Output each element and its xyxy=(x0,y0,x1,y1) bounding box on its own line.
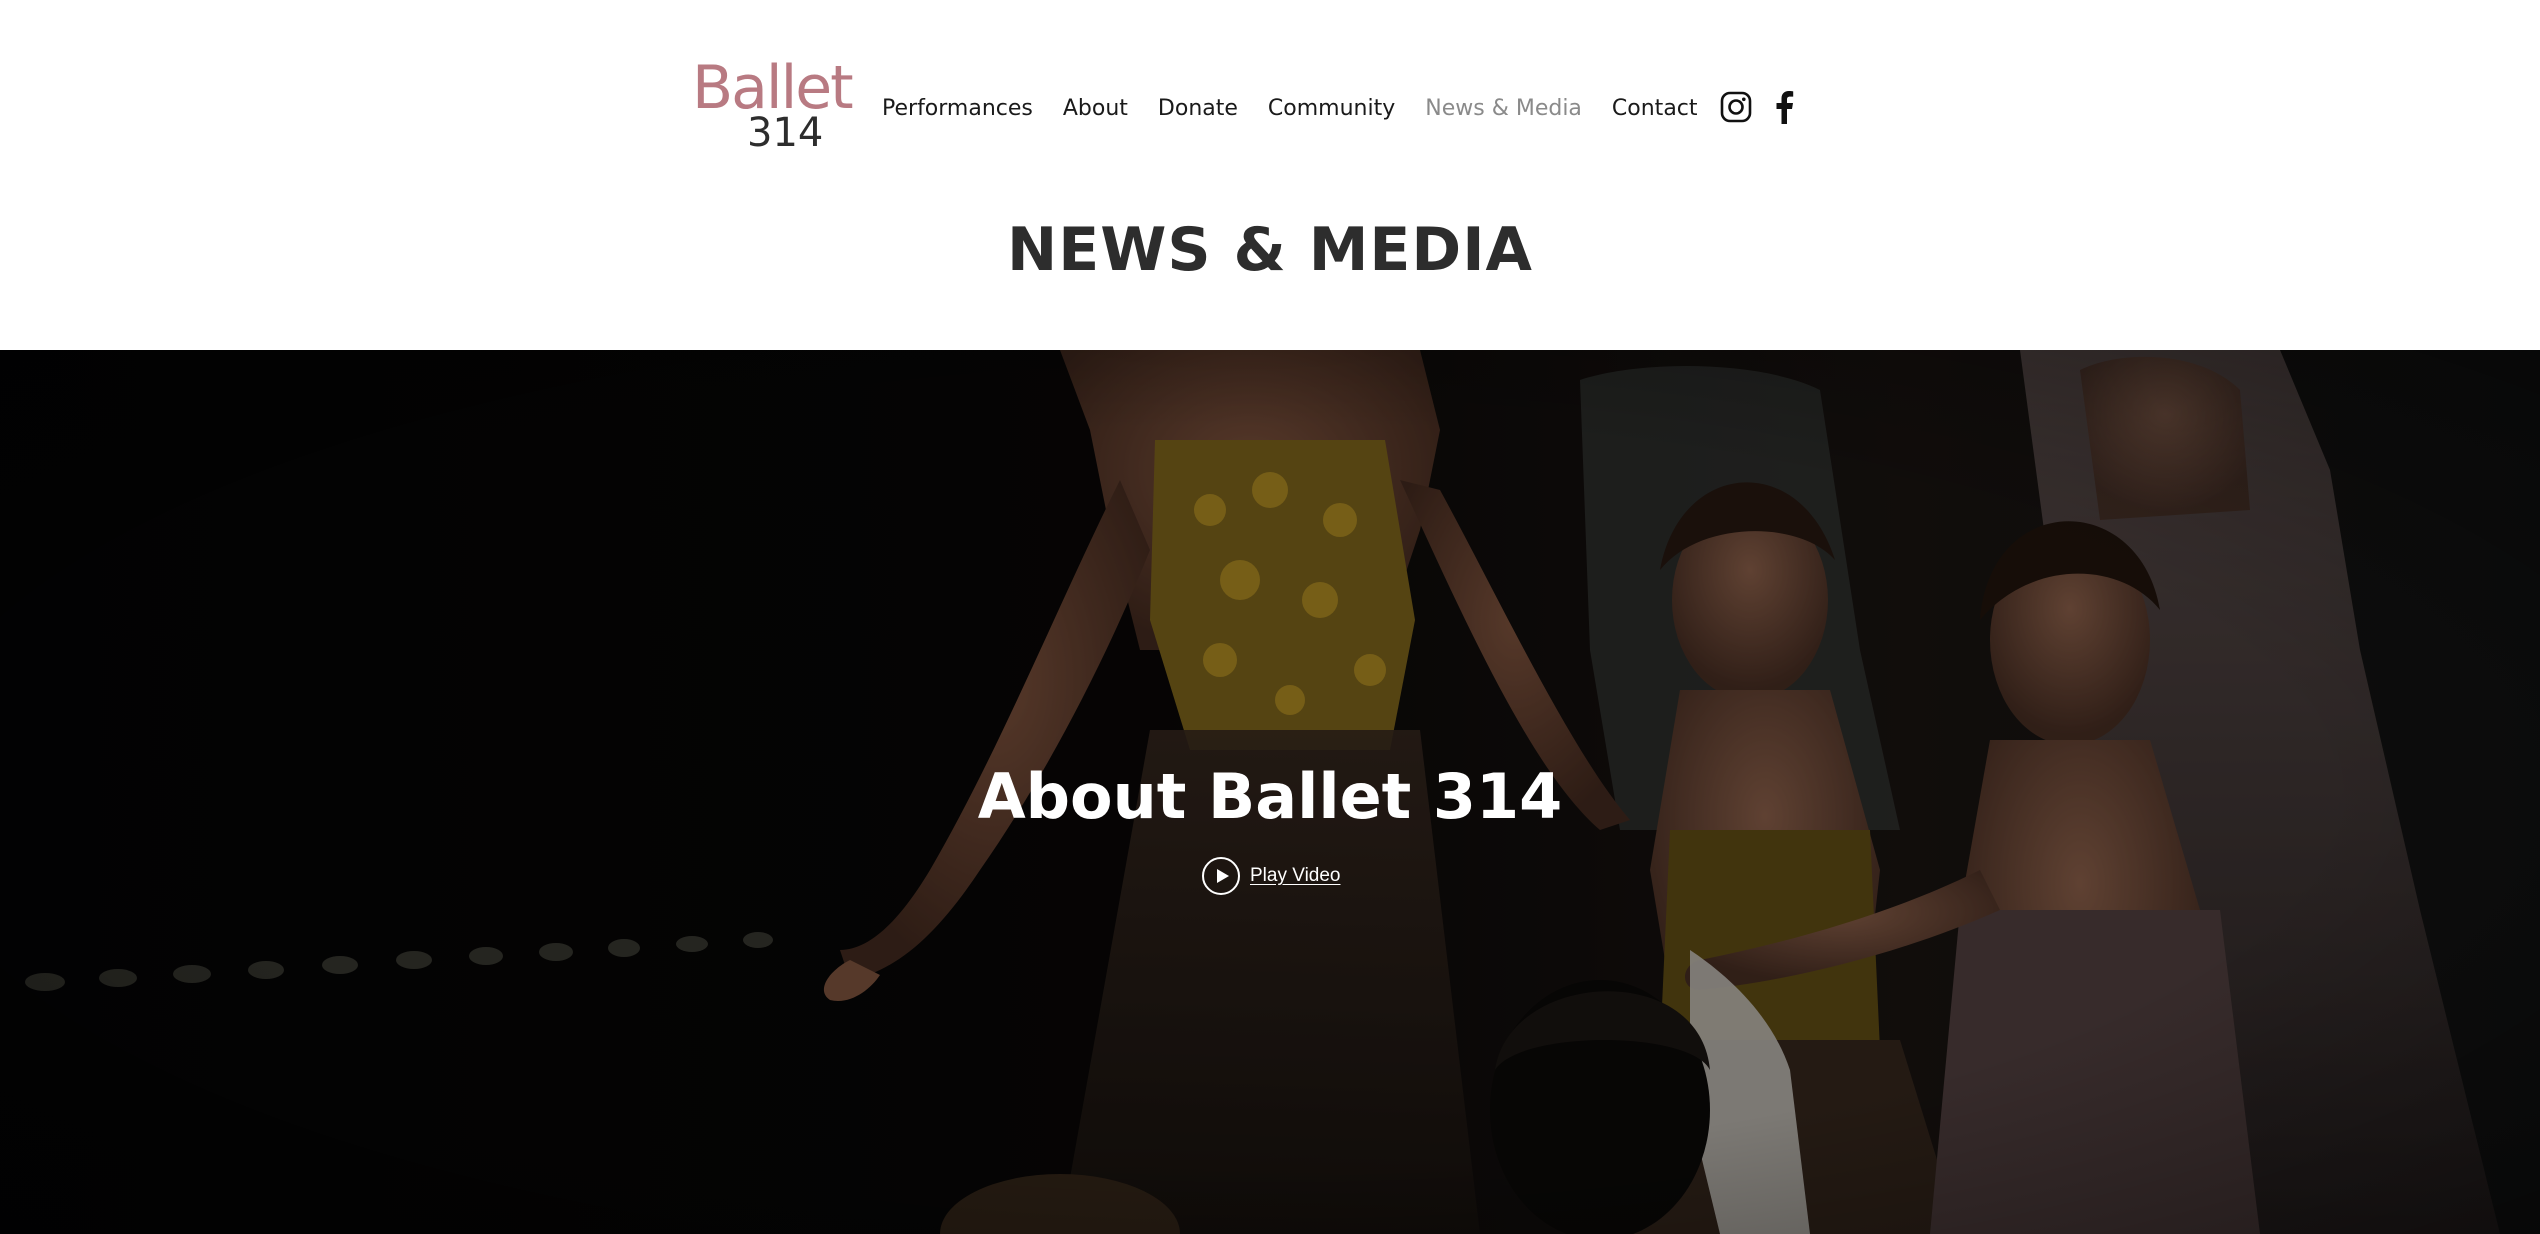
facebook-icon[interactable] xyxy=(1766,89,1802,125)
nav-item-community[interactable]: Community xyxy=(1268,96,1395,121)
main-nav: Performances About Donate Community News… xyxy=(882,88,1698,128)
nav-item-about[interactable]: About xyxy=(1063,96,1128,121)
ballet-314-logo[interactable]: Ballet 314 xyxy=(692,58,857,158)
hero-video-section: About Ballet 314 Play Video xyxy=(0,350,2540,1234)
social-links xyxy=(1718,89,1814,125)
logo-number: 314 xyxy=(747,110,824,156)
site-header: Ballet 314 Performances About Donate Com… xyxy=(0,0,2540,350)
nav-item-donate[interactable]: Donate xyxy=(1158,96,1238,121)
page-title: NEWS & MEDIA xyxy=(1007,215,1533,285)
play-video-label: Play Video xyxy=(1250,865,1341,886)
nav-item-contact[interactable]: Contact xyxy=(1612,96,1698,121)
hero-title: About Ballet 314 xyxy=(977,760,1563,833)
nav-item-performances[interactable]: Performances xyxy=(882,96,1033,121)
play-icon xyxy=(1202,857,1240,895)
play-video-button[interactable]: Play Video xyxy=(1202,857,1341,895)
instagram-icon[interactable] xyxy=(1718,89,1754,125)
nav-item-news-media[interactable]: News & Media xyxy=(1425,96,1582,121)
logo-word: Ballet xyxy=(692,53,854,123)
